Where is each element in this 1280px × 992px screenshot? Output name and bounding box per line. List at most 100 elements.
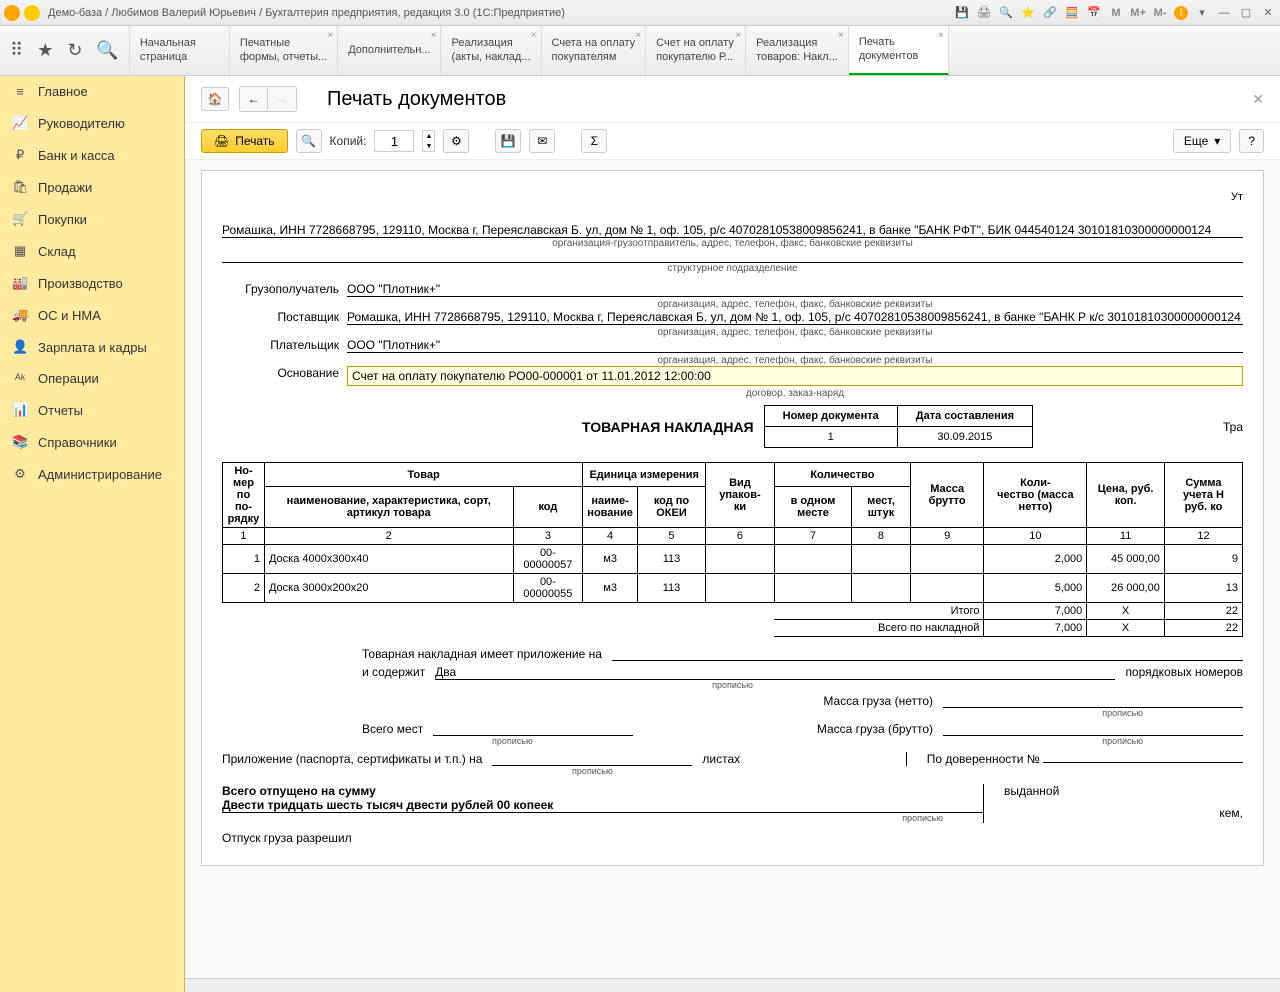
th-qty: Количество bbox=[774, 463, 910, 487]
tab-close-icon[interactable]: × bbox=[327, 30, 333, 41]
tab-3[interactable]: Реализация(акты, наклад...× bbox=[441, 26, 541, 75]
sum-button[interactable]: Σ bbox=[581, 129, 607, 153]
tab-1[interactable]: Печатныеформы, отчеты...× bbox=[230, 26, 338, 75]
col-num: 6 bbox=[706, 528, 775, 545]
home-button[interactable]: 🏠 bbox=[201, 87, 229, 111]
total-sum-label: Всего отпущено на сумму bbox=[222, 784, 983, 798]
sidebar-label: ОС и НМА bbox=[38, 308, 101, 323]
copies-input[interactable] bbox=[374, 130, 414, 152]
tab-2[interactable]: Дополнительн...× bbox=[338, 26, 441, 75]
minimize-icon[interactable]: — bbox=[1216, 5, 1232, 21]
payer-value: ООО "Плотник+" bbox=[347, 338, 1243, 353]
sidebar-item-12[interactable]: ⚙Администрирование bbox=[0, 458, 184, 490]
document-area[interactable]: Ут Ромашка, ИНН 7728668795, 129110, Моск… bbox=[185, 160, 1280, 978]
star-icon[interactable]: ⭐ bbox=[1020, 5, 1036, 21]
window-title: Демо-база / Любимов Валерий Юрьевич / Бу… bbox=[48, 7, 954, 19]
sidebar-item-2[interactable]: ₽Банк и касса bbox=[0, 139, 184, 171]
sidebar-item-3[interactable]: 🛍Продажи bbox=[0, 171, 184, 203]
th-pack: Вид упаков- ки bbox=[706, 463, 775, 528]
nd-header-2: Дата составления bbox=[897, 406, 1032, 427]
close-icon[interactable]: ✕ bbox=[1260, 5, 1276, 21]
app3-label: Приложение (паспорта, сертификаты и т.п.… bbox=[222, 752, 482, 766]
app2-label: и содержит bbox=[362, 665, 425, 680]
tab-close-icon[interactable]: × bbox=[531, 30, 537, 41]
back-button[interactable]: ← bbox=[240, 87, 268, 111]
basis-value[interactable]: Счет на оплату покупателю РО00-000001 от… bbox=[347, 366, 1243, 386]
sidebar-label: Зарплата и кадры bbox=[38, 340, 147, 355]
calendar-icon[interactable]: 📅 bbox=[1086, 5, 1102, 21]
col-num: 11 bbox=[1087, 528, 1165, 545]
sidebar-icon: ₽ bbox=[12, 147, 28, 163]
tab-6[interactable]: Реализациятоваров: Накл...× bbox=[746, 26, 849, 75]
info-icon[interactable]: i bbox=[1174, 6, 1188, 20]
titlebar: Демо-база / Любимов Валерий Юрьевич / Бу… bbox=[0, 0, 1280, 26]
dov-label: По доверенности № bbox=[927, 752, 1040, 766]
content: 🏠 ← → Печать документов ✕ 🖨 Печать 🔍 Коп… bbox=[185, 76, 1280, 992]
close-page-button[interactable]: ✕ bbox=[1252, 91, 1264, 108]
link-icon[interactable]: 🔗 bbox=[1042, 5, 1058, 21]
help-button[interactable]: ? bbox=[1239, 129, 1264, 153]
email-button[interactable]: ✉ bbox=[529, 129, 555, 153]
toolbar-icons: ⠿ ★ ↻ 🔍 bbox=[0, 26, 130, 75]
app3-val bbox=[492, 752, 692, 766]
tab-close-icon[interactable]: × bbox=[431, 30, 437, 41]
forward-button[interactable]: → bbox=[268, 87, 296, 111]
document: Ут Ромашка, ИНН 7728668795, 129110, Моск… bbox=[201, 170, 1264, 866]
tab-close-icon[interactable]: × bbox=[838, 30, 844, 41]
tab-close-icon[interactable]: × bbox=[735, 30, 741, 41]
tab-0[interactable]: Начальнаястраница bbox=[130, 26, 230, 75]
horizontal-scrollbar[interactable] bbox=[185, 978, 1280, 992]
sidebar-item-8[interactable]: 👤 Зарплата и кадры bbox=[0, 331, 184, 363]
th-okei: код по ОКЕИ bbox=[637, 487, 705, 528]
tab-close-icon[interactable]: × bbox=[938, 30, 944, 41]
sidebar-item-10[interactable]: 📊 Отчеты bbox=[0, 394, 184, 426]
sidebar-icon: 📊 bbox=[12, 402, 28, 418]
save-button[interactable]: 💾 bbox=[495, 129, 521, 153]
sidebar-icon: 🚚 bbox=[12, 307, 28, 323]
sidebar-item-6[interactable]: 🏭Производство bbox=[0, 267, 184, 299]
tab-7[interactable]: Печатьдокументов× bbox=[849, 26, 949, 75]
tab-close-icon[interactable]: × bbox=[635, 30, 641, 41]
dash-icon[interactable]: ▾ bbox=[1194, 5, 1210, 21]
col-num: 7 bbox=[774, 528, 851, 545]
print-icon[interactable]: 🖨 bbox=[976, 5, 992, 21]
sidebar-item-1[interactable]: 📈Руководителю bbox=[0, 107, 184, 139]
print-button[interactable]: 🖨 Печать bbox=[201, 129, 288, 153]
settings-button[interactable]: ⚙ bbox=[443, 129, 469, 153]
sidebar-item-11[interactable]: 📚Справочники bbox=[0, 426, 184, 458]
sidebar-item-9[interactable]: ᴬᵏОперации bbox=[0, 363, 184, 394]
preview-button[interactable]: 🔍 bbox=[296, 129, 322, 153]
org-line: Ромашка, ИНН 7728668795, 129110, Москва … bbox=[222, 223, 1243, 238]
calc-icon[interactable]: 🧮 bbox=[1064, 5, 1080, 21]
copies-spinner[interactable]: ▲▼ bbox=[422, 130, 435, 152]
tab-5[interactable]: Счет на оплатупокупателю Р...× bbox=[646, 26, 746, 75]
col-num: 12 bbox=[1164, 528, 1242, 545]
save-icon[interactable]: 💾 bbox=[954, 5, 970, 21]
favorite-icon[interactable]: ★ bbox=[37, 40, 53, 61]
app2-val: Два bbox=[435, 665, 1115, 680]
more-button[interactable]: Еще ▾ bbox=[1173, 129, 1231, 153]
maximize-icon[interactable]: ▢ bbox=[1238, 5, 1254, 21]
m-plus-button[interactable]: M+ bbox=[1130, 5, 1146, 21]
sidebar-item-7[interactable]: 🚚 ОС и НМА bbox=[0, 299, 184, 331]
history-icon[interactable]: ↻ bbox=[67, 40, 82, 61]
nd-value-1: 1 bbox=[764, 427, 897, 448]
preview-icon[interactable]: 🔍 bbox=[998, 5, 1014, 21]
th-num: Но- мер по по- рядку bbox=[223, 463, 265, 528]
doc-title: ТОВАРНАЯ НАКЛАДНАЯ bbox=[582, 419, 754, 435]
m-minus-button[interactable]: M- bbox=[1152, 5, 1168, 21]
m-button[interactable]: M bbox=[1108, 5, 1124, 21]
sidebar-item-5[interactable]: ▦Склад bbox=[0, 235, 184, 267]
total-sum: 22 bbox=[1164, 620, 1242, 637]
apps-icon[interactable]: ⠿ bbox=[10, 40, 23, 61]
sidebar-icon: 👤 bbox=[12, 339, 28, 355]
col-num: 5 bbox=[637, 528, 705, 545]
sidebar-item-4[interactable]: 🛒Покупки bbox=[0, 203, 184, 235]
sidebar-item-0[interactable]: ≡Главное bbox=[0, 76, 184, 107]
sidebar-label: Отчеты bbox=[38, 403, 83, 418]
search-icon[interactable]: 🔍 bbox=[96, 40, 118, 61]
issued-label: выданной bbox=[1004, 784, 1059, 798]
th-inone: в одном месте bbox=[774, 487, 851, 528]
tab-4[interactable]: Счета на оплатупокупателям× bbox=[542, 26, 647, 75]
sidebar-label: Администрирование bbox=[38, 467, 162, 482]
